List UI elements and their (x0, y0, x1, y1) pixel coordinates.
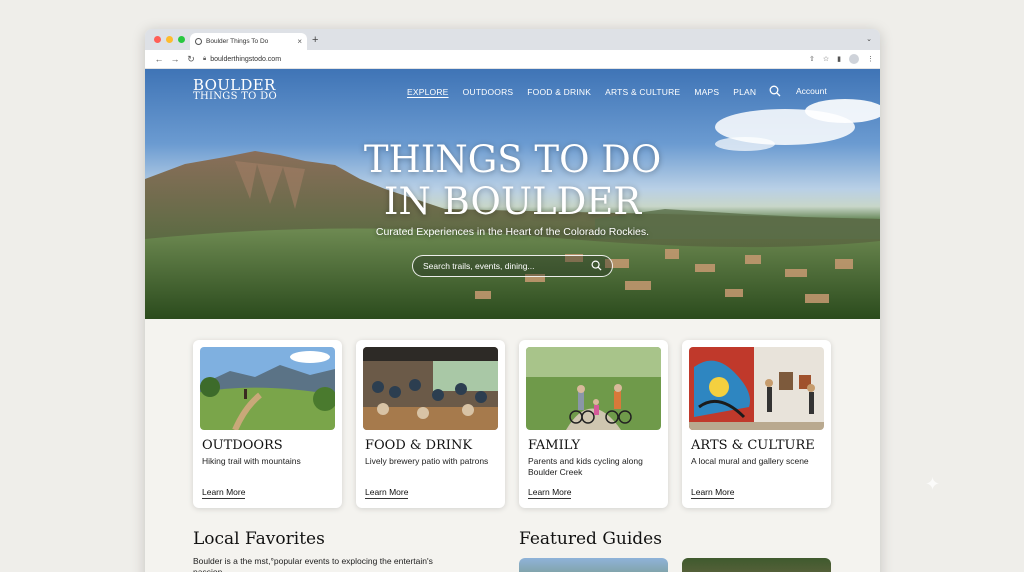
card-description: Parents and kids cycling along Boulder C… (528, 456, 643, 477)
window-controls (154, 36, 185, 43)
share-icon[interactable]: ⇧ (809, 55, 815, 63)
featured-guide-image[interactable] (682, 558, 831, 572)
url-text: boulderthingstodo.com (210, 55, 282, 63)
learn-more-link[interactable]: Learn More (365, 487, 409, 499)
search-icon[interactable] (769, 84, 781, 102)
chevron-down-icon[interactable]: ⌄ (866, 35, 872, 43)
nav-maps[interactable]: MAPS (694, 87, 719, 97)
card-title: FOOD & DRINK (365, 438, 473, 453)
new-tab-button[interactable]: + (312, 34, 318, 46)
nav-plan[interactable]: PLAN (733, 87, 756, 97)
reload-icon[interactable]: ↻ (183, 54, 199, 65)
card-title: ARTS & CULTURE (691, 438, 815, 453)
card-description: Hiking trail with mountains (202, 456, 301, 466)
nav-outdoors[interactable]: OUTDOORS (463, 87, 514, 97)
back-icon[interactable]: ← (151, 54, 167, 64)
tab-bar: Boulder Things To Do × + ⌄ (145, 29, 880, 50)
food-drink-image (363, 347, 498, 430)
address-bar[interactable]: 🔒︎ boulderthingstodo.com (203, 52, 763, 67)
menu-icon[interactable]: ⋮ (867, 55, 874, 63)
card-outdoors[interactable]: OUTDOORS Hiking trail with mountains Lea… (193, 340, 342, 508)
family-image (526, 347, 661, 430)
sparkle-icon: ✦ (925, 474, 941, 494)
featured-guides-title: Featured Guides (519, 529, 662, 549)
nav-arts-culture[interactable]: ARTS & CULTURE (605, 87, 680, 97)
forward-icon[interactable]: → (167, 54, 183, 64)
sidepanel-icon[interactable]: ▮ (837, 55, 841, 63)
card-title: OUTDOORS (202, 438, 283, 453)
card-title: FAMILY (528, 438, 581, 453)
nav-explore[interactable]: EXPLORE (407, 87, 449, 97)
account-link[interactable]: Account (796, 86, 827, 96)
card-arts-culture[interactable]: ARTS & CULTURE A local mural and gallery… (682, 340, 831, 508)
hero-title-line-1: THINGS TO DO (363, 138, 662, 181)
learn-more-link[interactable]: Learn More (691, 487, 735, 499)
globe-icon (195, 38, 202, 45)
local-favorites-title: Local Favorites (193, 529, 325, 549)
card-food-drink[interactable]: FOOD & DRINK Lively brewery patio with p… (356, 340, 505, 508)
minimize-window-button[interactable] (166, 36, 173, 43)
main-nav: EXPLORE OUTDOORS FOOD & DRINK ARTS & CUL… (407, 87, 756, 97)
search-placeholder: Search trails, events, dining... (423, 261, 535, 271)
category-cards: OUTDOORS Hiking trail with mountains Lea… (193, 340, 831, 508)
browser-tab[interactable]: Boulder Things To Do × (190, 33, 307, 50)
search-icon[interactable] (591, 260, 602, 273)
learn-more-link[interactable]: Learn More (528, 487, 572, 499)
tab-title: Boulder Things To Do (206, 38, 269, 45)
hero-search-input[interactable]: Search trails, events, dining... (412, 255, 613, 277)
logo-line-1: BOULDER (193, 76, 276, 94)
browser-window: Boulder Things To Do × + ⌄ ← → ↻ 🔒︎ boul… (145, 29, 880, 572)
outdoors-image (200, 347, 335, 430)
card-family[interactable]: FAMILY Parents and kids cycling along Bo… (519, 340, 668, 508)
logo-line-2: THINGS TO DO (193, 91, 277, 103)
hero-banner: BOULDER THINGS TO DO EXPLORE OUTDOORS FO… (145, 69, 880, 319)
close-window-button[interactable] (154, 36, 161, 43)
site-logo[interactable]: BOULDER THINGS TO DO (193, 76, 277, 103)
browser-toolbar: ← → ↻ 🔒︎ boulderthingstodo.com ⇧ ☆ ▮ ⋮ (145, 50, 880, 69)
card-description: A local mural and gallery scene (691, 456, 809, 466)
local-favorites-text: Boulder is a the mst,°popular events to … (193, 556, 433, 572)
card-description: Lively brewery patio with patrons (365, 456, 489, 466)
profile-icon[interactable] (849, 54, 859, 64)
hero-title-line-2: IN BOULDER (383, 180, 642, 223)
featured-guide-image[interactable] (519, 558, 668, 572)
hero-subtitle: Curated Experiences in the Heart of the … (375, 226, 650, 238)
tab-close-icon[interactable]: × (297, 37, 302, 46)
nav-food-drink[interactable]: FOOD & DRINK (527, 87, 591, 97)
hero-title: THINGS TO DO IN BOULDER (145, 139, 880, 223)
learn-more-link[interactable]: Learn More (202, 487, 246, 499)
lock-icon: 🔒︎ (203, 55, 207, 62)
star-icon[interactable]: ☆ (823, 55, 829, 63)
arts-culture-image (689, 347, 824, 430)
maximize-window-button[interactable] (178, 36, 185, 43)
